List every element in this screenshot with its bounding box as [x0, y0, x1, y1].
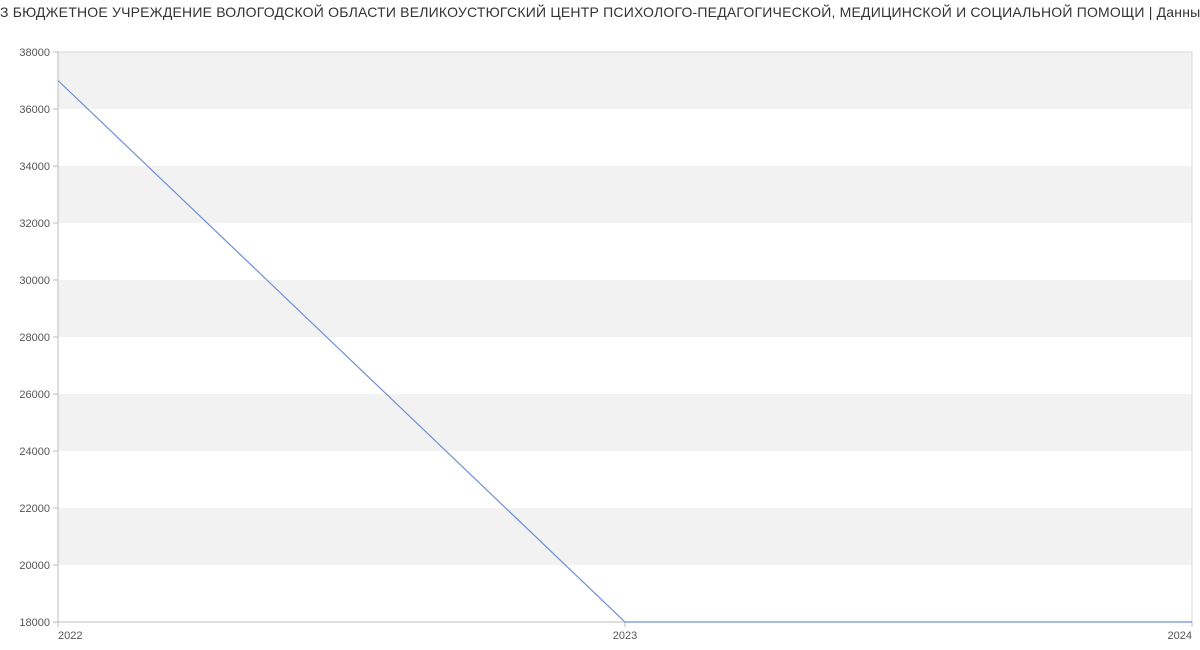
- y-tick-label: 38000: [19, 47, 50, 59]
- y-tick-label: 22000: [19, 503, 50, 515]
- grid-band: [58, 52, 1192, 109]
- y-tick-label: 20000: [19, 560, 50, 572]
- y-tick-label: 24000: [19, 446, 50, 458]
- y-tick-label: 32000: [19, 218, 50, 230]
- x-tick-label: 2024: [1168, 630, 1192, 642]
- grid-band: [58, 166, 1192, 223]
- chart-container: 18000 20000 22000 24000 26000 28000 30000 32000…: [0, 22, 1200, 642]
- y-tick-label: 36000: [19, 104, 50, 116]
- y-tick-label: 18000: [19, 617, 50, 629]
- grid-band: [58, 280, 1192, 337]
- grid-band: [58, 394, 1192, 451]
- grid-band: [58, 508, 1192, 565]
- chart-title: З БЮДЖЕТНОЕ УЧРЕЖДЕНИЕ ВОЛОГОДСКОЙ ОБЛАС…: [0, 0, 1200, 22]
- y-tick-label: 30000: [19, 275, 50, 287]
- x-tick-label: 2023: [613, 630, 637, 642]
- y-tick-label: 28000: [19, 332, 50, 344]
- y-tick-label: 26000: [19, 389, 50, 401]
- y-tick-label: 34000: [19, 161, 50, 173]
- chart-svg: 18000 20000 22000 24000 26000 28000 30000 32000…: [0, 22, 1200, 642]
- x-tick-label: 2022: [58, 630, 82, 642]
